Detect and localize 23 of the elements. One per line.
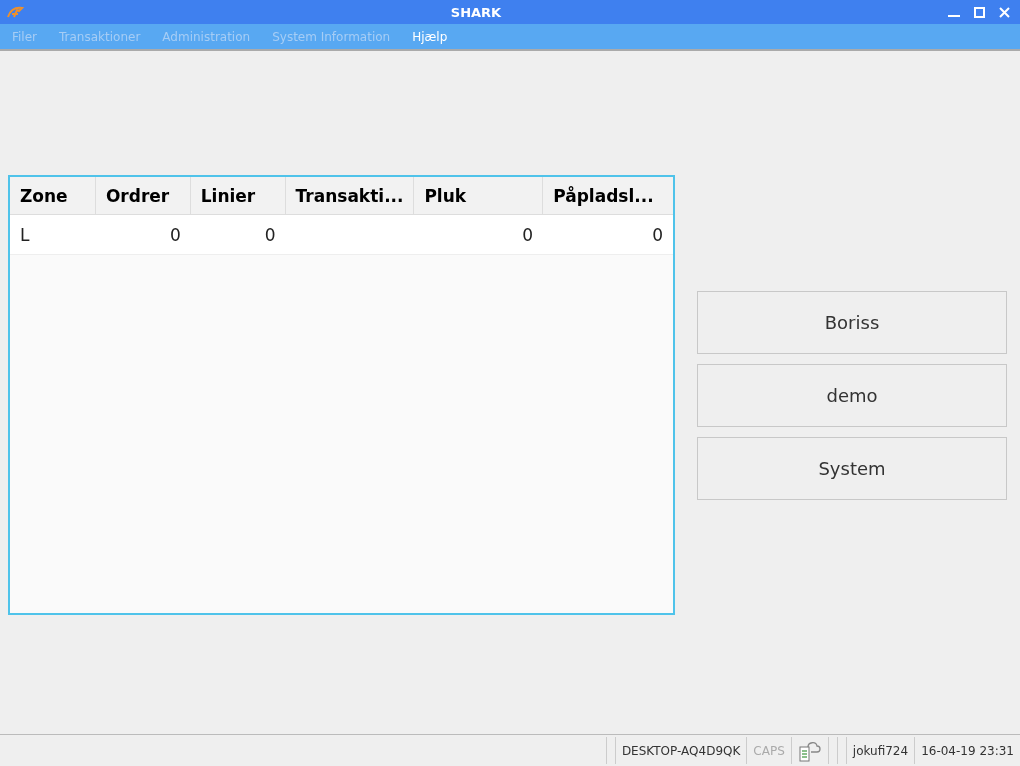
- status-text: CAPS: [753, 743, 785, 758]
- column-header[interactable]: Transakti...: [285, 177, 415, 214]
- status-text: jokufi724: [852, 743, 909, 758]
- maximize-icon[interactable]: [974, 6, 985, 18]
- logo-icon: [6, 6, 24, 18]
- column-header[interactable]: Zone: [10, 177, 96, 214]
- column-header[interactable]: Pluk: [414, 177, 544, 214]
- user-button[interactable]: System: [697, 437, 1007, 500]
- cloud-server-icon: [797, 739, 822, 762]
- table-cell: 0: [169, 224, 181, 245]
- user-button[interactable]: demo: [697, 364, 1007, 427]
- status-text: DESKTOP-AQ4D9QK: [621, 743, 741, 758]
- table-cell: 0: [522, 224, 534, 245]
- column-header[interactable]: Påpladsl...: [543, 177, 673, 214]
- user-button[interactable]: Boriss: [697, 291, 1007, 354]
- status-text: 16-04-19 23:31: [921, 743, 1014, 758]
- close-icon[interactable]: [999, 6, 1010, 18]
- column-header[interactable]: Linier: [190, 177, 286, 214]
- table-cell: 0: [264, 224, 276, 245]
- table-cell: 0: [652, 224, 663, 245]
- column-header[interactable]: Ordrer: [95, 177, 191, 214]
- window-title: SHARK: [449, 4, 503, 20]
- table-cell: L: [20, 224, 30, 245]
